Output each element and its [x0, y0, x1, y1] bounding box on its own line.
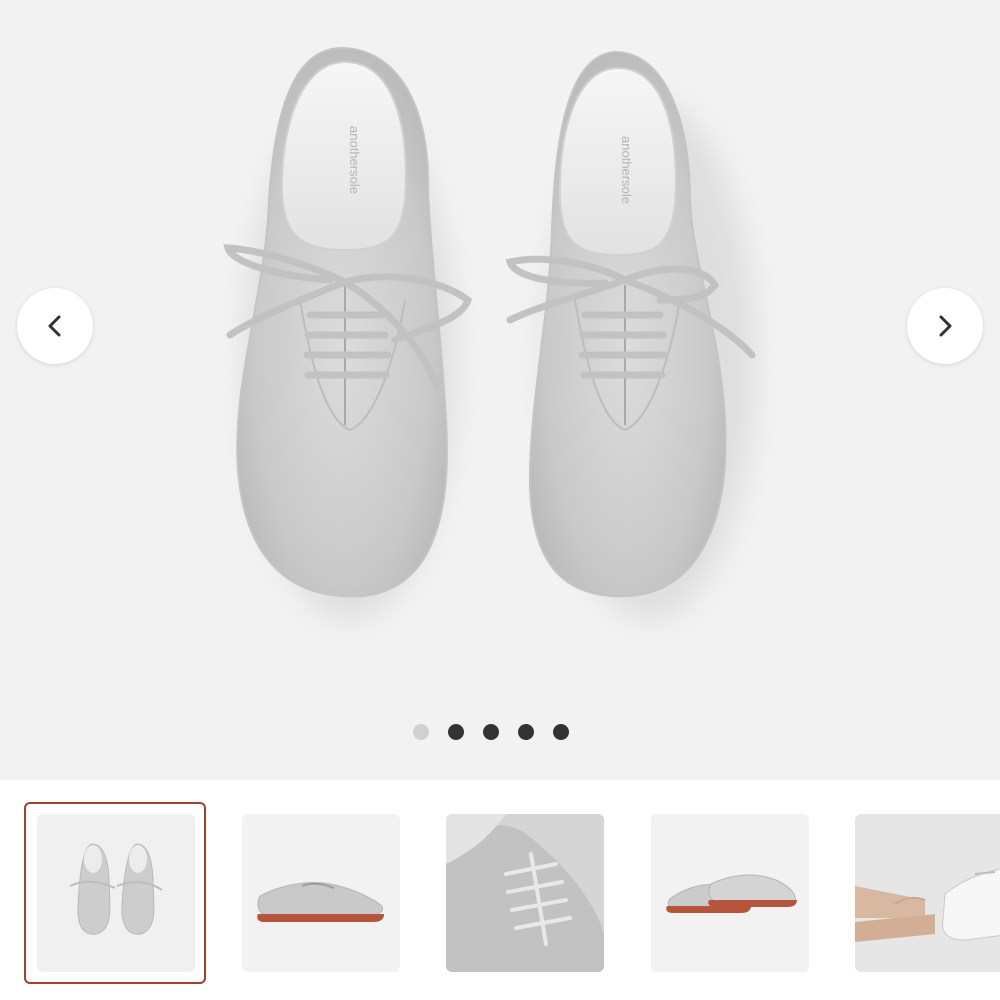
pagination-dot-1[interactable] [413, 724, 429, 740]
thumbnail-image-side-profile [242, 814, 400, 972]
chevron-right-icon [939, 315, 952, 337]
carousel-pagination [0, 724, 1000, 742]
insole-brand-text: anothersole [619, 136, 634, 204]
pagination-dot-3[interactable] [483, 724, 499, 740]
thumbnail-4[interactable] [651, 814, 809, 972]
thumbnail-5[interactable] [855, 814, 1000, 972]
insole-brand-text: anothersole [347, 126, 362, 194]
thumbnail-image-three-quarter-pair [651, 814, 809, 972]
right-shoe: anothersole [505, 50, 756, 598]
product-image-stage: anothersole anothersole [0, 0, 1000, 780]
thumbnail-1[interactable] [37, 814, 195, 972]
pagination-dot-2[interactable] [448, 724, 464, 740]
pagination-dot-4[interactable] [518, 724, 534, 740]
thumbnail-image-lace-closeup [446, 814, 604, 972]
thumbnail-image-top-pair [37, 814, 195, 972]
pagination-dot-5[interactable] [553, 724, 569, 740]
next-image-button[interactable] [907, 288, 983, 364]
thumbnail-strip [0, 780, 1000, 1000]
left-shoe: anothersole [223, 46, 473, 598]
chevron-left-icon [48, 315, 61, 337]
previous-image-button[interactable] [17, 288, 93, 364]
thumbnail-image-worn-on-feet [855, 814, 1000, 972]
main-product-image: anothersole anothersole [223, 46, 756, 620]
thumbnail-2[interactable] [242, 814, 400, 972]
thumbnail-3[interactable] [446, 814, 604, 972]
